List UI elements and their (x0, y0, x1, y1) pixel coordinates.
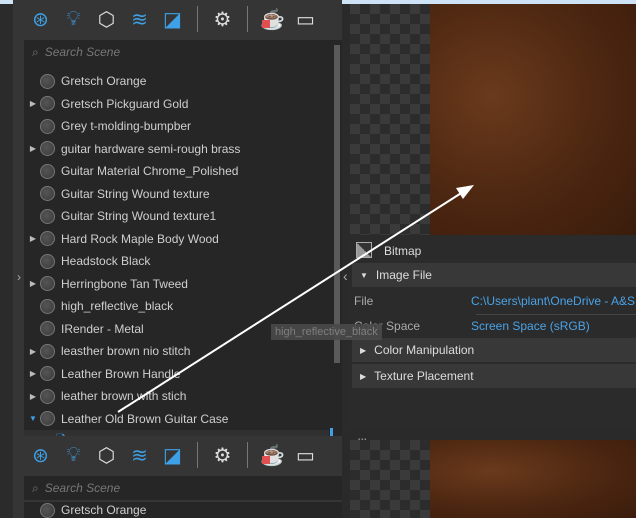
arrow-line (117, 189, 467, 413)
arrow-head (456, 185, 474, 199)
annotation-arrow (117, 185, 474, 413)
